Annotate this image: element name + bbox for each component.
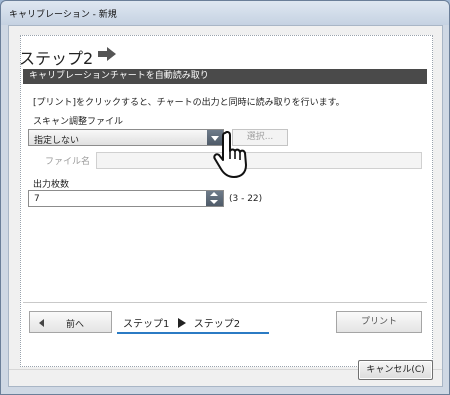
spin-up-icon[interactable]: [210, 192, 218, 196]
instruction-text: [プリント]をクリックすると、チャートの出力と同時に読み取りを行います。: [33, 98, 345, 108]
right-arrow-icon: [98, 47, 116, 61]
scan-file-value: 指定しない: [34, 136, 80, 146]
spin-buttons[interactable]: [206, 191, 223, 206]
step-triangle-icon: [177, 317, 186, 328]
step-indicator: ステップ1 ステップ2: [123, 315, 240, 330]
calibration-window: キャリブレーション - 新規 ステップ2 キャリブレーションチャートを自動読み取…: [0, 0, 450, 395]
hand-cursor-icon: [213, 131, 247, 178]
copies-spinner[interactable]: 7: [28, 190, 224, 207]
section-header: キャリブレーションチャートを自動読み取り: [23, 69, 427, 84]
nav-divider: [23, 302, 427, 303]
scan-file-label: スキャン調整ファイル: [33, 117, 124, 127]
cancel-button[interactable]: キャンセル(C): [358, 360, 433, 380]
file-name-label: ファイル名: [45, 157, 91, 167]
window-title: キャリブレーション - 新規: [9, 10, 117, 20]
print-button[interactable]: プリント: [336, 311, 422, 333]
step2-label: ステップ2: [193, 319, 241, 330]
step-progress-underline: [117, 332, 269, 334]
left-arrow-icon: [39, 319, 44, 327]
scan-file-select[interactable]: 指定しない: [28, 129, 224, 146]
spin-down-icon[interactable]: [210, 200, 218, 204]
title-bar: キャリブレーション - 新規: [1, 1, 449, 25]
step-title: ステップ2: [19, 49, 94, 68]
prev-button-label: 前へ: [66, 320, 85, 330]
copies-label: 出力枚数: [33, 180, 70, 190]
prev-button[interactable]: 前へ: [29, 311, 112, 333]
file-name-input[interactable]: [96, 152, 422, 169]
step1-label: ステップ1: [123, 319, 170, 330]
copies-range: (3 - 22): [229, 194, 263, 204]
copies-value: 7: [34, 194, 40, 204]
